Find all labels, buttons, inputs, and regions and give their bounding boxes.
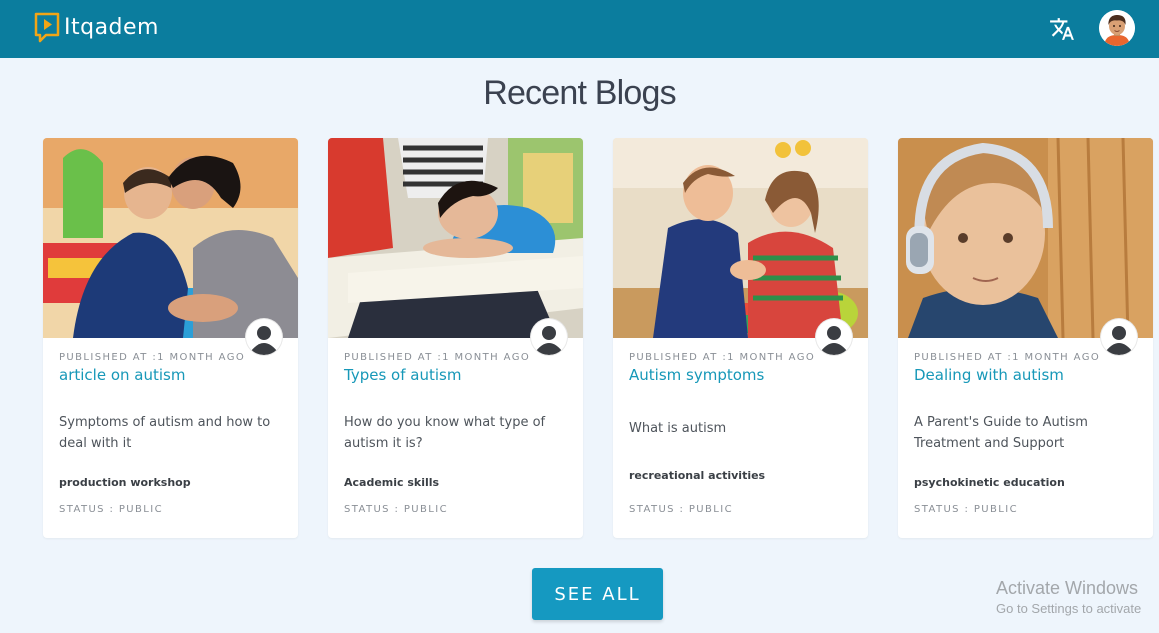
blog-status: STATUS : PUBLIC (59, 504, 163, 515)
blog-card-image[interactable] (43, 138, 298, 338)
brand-logo[interactable]: Itqadem (34, 11, 159, 43)
author-avatar-icon[interactable] (816, 319, 852, 355)
author-avatar-icon[interactable] (246, 319, 282, 355)
blog-card-image[interactable] (613, 138, 868, 338)
author-avatar-icon[interactable] (531, 319, 567, 355)
blog-description: How do you know what type of autism it i… (344, 415, 546, 451)
blog-status: STATUS : PUBLIC (629, 504, 733, 515)
user-avatar-icon (1099, 10, 1135, 46)
blog-description: A Parent's Guide to Autism Treatment and… (914, 415, 1088, 451)
blog-title-link[interactable]: Dealing with autism (914, 366, 1064, 384)
published-at: PUBLISHED AT :1 MONTH AGO (344, 352, 531, 363)
page-title: Recent Blogs (483, 74, 676, 112)
watermark-title: Activate Windows (996, 578, 1139, 598)
blog-category: Academic skills (344, 476, 440, 489)
see-all-button[interactable]: SEE ALL (532, 568, 663, 620)
published-at: PUBLISHED AT :1 MONTH AGO (59, 352, 246, 363)
blog-status: STATUS : PUBLIC (914, 504, 1018, 515)
blog-category: psychokinetic education (914, 476, 1065, 489)
blog-title-link[interactable]: Types of autism (344, 366, 461, 384)
app-name: Itqadem (64, 14, 159, 40)
published-at: PUBLISHED AT :1 MONTH AGO (914, 352, 1101, 363)
blog-status: STATUS : PUBLIC (344, 504, 448, 515)
blog-category: production workshop (59, 476, 191, 489)
blog-category: recreational activities (629, 469, 766, 482)
blog-description: Symptoms of autism and how to deal with … (59, 415, 271, 451)
watermark-subtitle: Go to Settings to activate (996, 601, 1142, 616)
blog-card[interactable]: PUBLISHED AT :1 MONTH AGO Dealing with a… (898, 138, 1153, 538)
activate-windows-watermark: Activate Windows Go to Settings to activ… (996, 578, 1141, 616)
top-navbar: Itqadem (0, 0, 1159, 58)
blog-card-image[interactable] (898, 138, 1153, 338)
user-avatar-button[interactable] (1099, 10, 1135, 46)
blog-card[interactable]: PUBLISHED AT :1 MONTH AGO Types of autis… (328, 138, 583, 538)
play-logo-icon (34, 12, 60, 43)
blog-card[interactable]: PUBLISHED AT :1 MONTH AGO Autism symptom… (613, 138, 868, 538)
blog-card-image[interactable] (328, 138, 583, 338)
blog-title-link[interactable]: article on autism (59, 366, 185, 384)
author-avatar-icon[interactable] (1101, 319, 1137, 355)
blog-card[interactable]: PUBLISHED AT :1 MONTH AGO article on aut… (43, 138, 298, 538)
translate-icon[interactable] (1049, 16, 1075, 42)
published-at: PUBLISHED AT :1 MONTH AGO (629, 352, 816, 363)
blog-description: What is autism (629, 421, 727, 436)
blog-title-link[interactable]: Autism symptoms (629, 366, 764, 384)
